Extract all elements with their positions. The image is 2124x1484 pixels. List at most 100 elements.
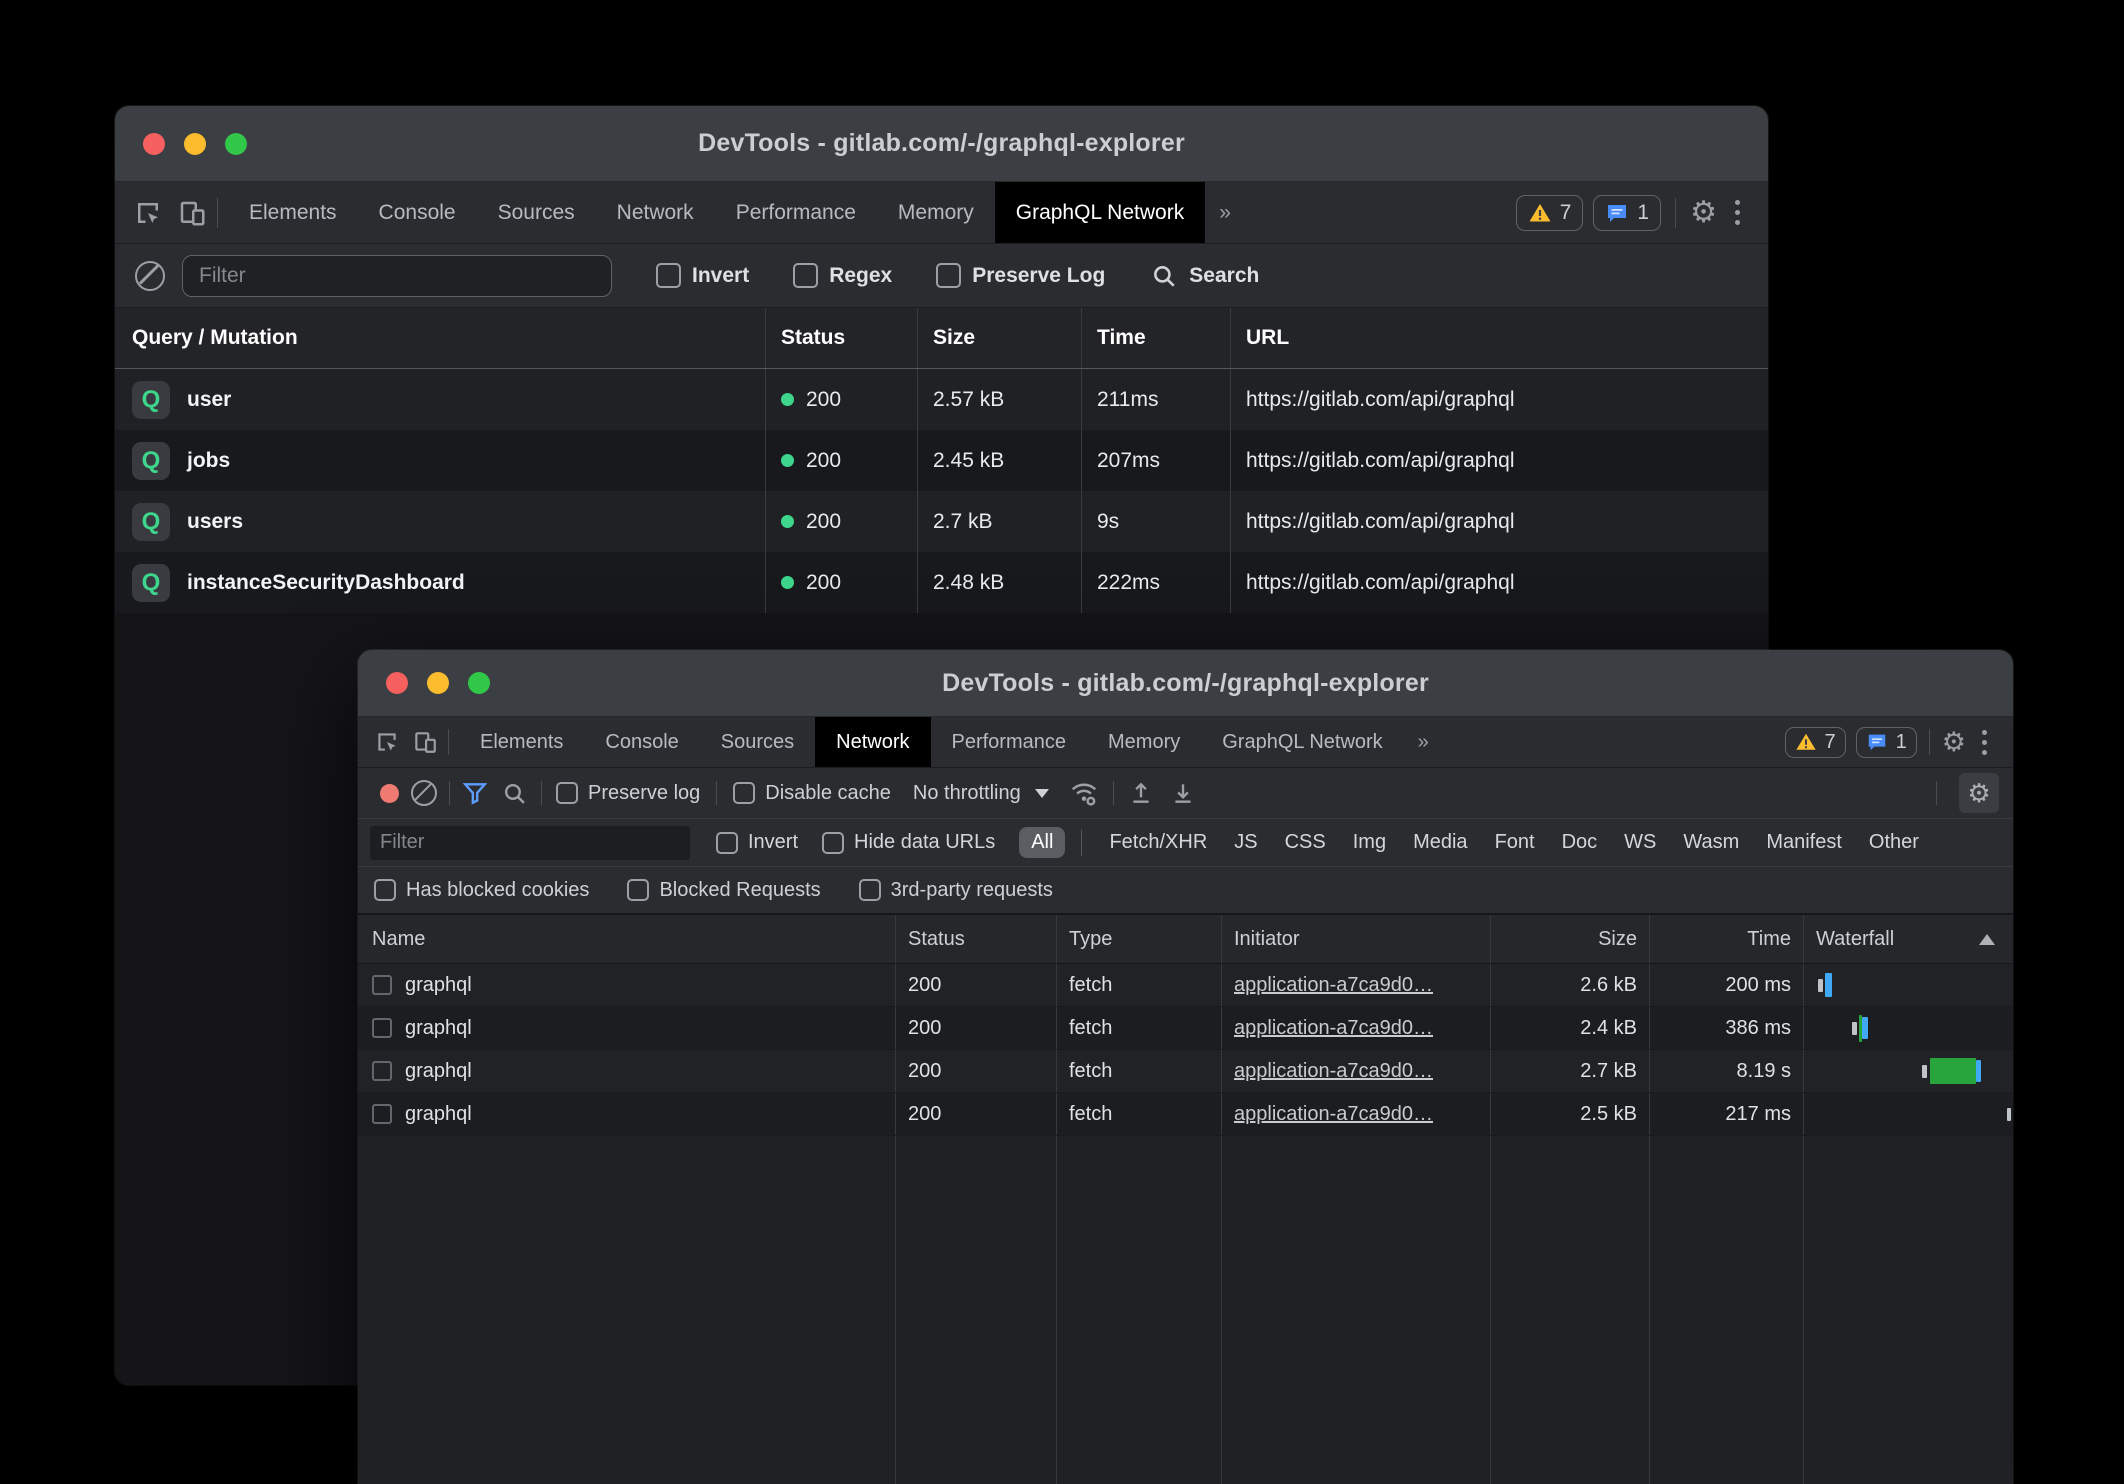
- row-checkbox[interactable]: [372, 1018, 392, 1038]
- tab-performance[interactable]: Performance: [715, 182, 877, 243]
- filter-funnel-icon[interactable]: [462, 780, 488, 806]
- issues-badge[interactable]: 1: [1856, 727, 1917, 758]
- clear-icon[interactable]: [135, 261, 165, 291]
- import-har-icon[interactable]: [1128, 780, 1154, 806]
- column-header-initiator[interactable]: Initiator: [1221, 915, 1490, 963]
- network-settings-button[interactable]: ⚙: [1959, 773, 1999, 813]
- tab-elements[interactable]: Elements: [459, 717, 584, 767]
- checkbox[interactable]: [556, 782, 578, 804]
- checkbox[interactable]: [859, 879, 881, 901]
- warnings-badge[interactable]: 7: [1785, 727, 1846, 758]
- filter-type-doc[interactable]: Doc: [1562, 831, 1598, 854]
- record-network-log-button[interactable]: [380, 784, 399, 803]
- search-icon[interactable]: [502, 781, 527, 806]
- disable-cache-checkbox[interactable]: Disable cache: [733, 782, 891, 805]
- warnings-badge[interactable]: 7: [1516, 195, 1584, 231]
- checkbox[interactable]: [374, 879, 396, 901]
- checkbox[interactable]: [627, 879, 649, 901]
- throttling-dropdown[interactable]: No throttling: [913, 782, 1049, 805]
- graphql-row-user[interactable]: Quser2002.57 kB211mshttps://gitlab.com/a…: [115, 369, 1768, 430]
- row-checkbox[interactable]: [372, 975, 392, 995]
- column-header-url[interactable]: URL: [1230, 308, 1768, 368]
- device-toolbar-icon[interactable]: [177, 198, 207, 228]
- preserve-log-checkbox[interactable]: Preserve log: [556, 782, 700, 805]
- tab-sources[interactable]: Sources: [700, 717, 815, 767]
- clear-network-log-icon[interactable]: [411, 780, 437, 806]
- filter-type-img[interactable]: Img: [1353, 831, 1386, 854]
- initiator-link[interactable]: application-a7ca9d0…: [1234, 1060, 1433, 1083]
- filter-type-all[interactable]: All: [1019, 827, 1065, 858]
- zoom-window-button[interactable]: [468, 672, 490, 694]
- column-header-size[interactable]: Size: [1490, 915, 1649, 963]
- checkbox[interactable]: [733, 782, 755, 804]
- checkbox[interactable]: [656, 263, 681, 288]
- initiator-link[interactable]: application-a7ca9d0…: [1234, 974, 1433, 997]
- inspect-element-icon[interactable]: [374, 729, 400, 755]
- checkbox[interactable]: [936, 263, 961, 288]
- row-checkbox[interactable]: [372, 1104, 392, 1124]
- tab-console[interactable]: Console: [584, 717, 699, 767]
- settings-gear-icon[interactable]: ⚙: [1942, 729, 1966, 756]
- filter-type-ws[interactable]: WS: [1624, 831, 1656, 854]
- graphql-row-users[interactable]: Qusers2002.7 kB9shttps://gitlab.com/api/…: [115, 491, 1768, 552]
- settings-gear-icon[interactable]: ⚙: [1690, 198, 1717, 228]
- network-row-graphql[interactable]: graphql200fetchapplication-a7ca9d0…2.7 k…: [358, 1050, 2013, 1093]
- column-header-size[interactable]: Size: [917, 308, 1081, 368]
- filter-type-wasm[interactable]: Wasm: [1683, 831, 1739, 854]
- column-header-query-mutation[interactable]: Query / Mutation: [115, 308, 765, 368]
- tab-network[interactable]: Network: [815, 717, 930, 767]
- titlebar[interactable]: DevTools - gitlab.com/-/graphql-explorer: [115, 106, 1768, 182]
- close-window-button[interactable]: [143, 133, 165, 155]
- network-row-graphql[interactable]: graphql200fetchapplication-a7ca9d0…2.5 k…: [358, 1093, 2013, 1136]
- regex-checkbox[interactable]: Regex: [793, 263, 892, 288]
- filter-type-font[interactable]: Font: [1495, 831, 1535, 854]
- network-row-graphql[interactable]: graphql200fetchapplication-a7ca9d0…2.6 k…: [358, 964, 2013, 1007]
- tab-performance[interactable]: Performance: [931, 717, 1088, 767]
- zoom-window-button[interactable]: [225, 133, 247, 155]
- inspect-element-icon[interactable]: [133, 198, 163, 228]
- tab-console[interactable]: Console: [358, 182, 477, 243]
- checkbox[interactable]: [822, 832, 844, 854]
- column-header-type[interactable]: Type: [1056, 915, 1221, 963]
- row-checkbox[interactable]: [372, 1061, 392, 1081]
- more-tabs-chevron-icon[interactable]: »: [1404, 731, 1443, 754]
- tab-graphql-network[interactable]: GraphQL Network: [1201, 717, 1403, 767]
- search-control[interactable]: Search: [1151, 263, 1259, 289]
- filter-type-js[interactable]: JS: [1234, 831, 1257, 854]
- more-options-kebab-icon[interactable]: [1974, 730, 1995, 755]
- invert-checkbox[interactable]: Invert: [656, 263, 749, 288]
- column-header-name[interactable]: Name: [358, 915, 895, 963]
- column-header-time[interactable]: Time: [1649, 915, 1803, 963]
- filter-type-media[interactable]: Media: [1413, 831, 1467, 854]
- more-options-kebab-icon[interactable]: [1727, 200, 1748, 225]
- minimize-window-button[interactable]: [184, 133, 206, 155]
- device-toolbar-icon[interactable]: [412, 729, 438, 755]
- more-tabs-chevron-icon[interactable]: »: [1205, 201, 1245, 225]
- issues-badge[interactable]: 1: [1593, 195, 1661, 231]
- filter-type-manifest[interactable]: Manifest: [1766, 831, 1842, 854]
- invert-checkbox[interactable]: Invert: [716, 831, 798, 854]
- initiator-link[interactable]: application-a7ca9d0…: [1234, 1017, 1433, 1040]
- column-header-waterfall[interactable]: Waterfall: [1803, 915, 2013, 963]
- checkbox[interactable]: [716, 832, 738, 854]
- column-header-time[interactable]: Time: [1081, 308, 1230, 368]
- graphql-row-instanceSecurityDashboard[interactable]: QinstanceSecurityDashboard2002.48 kB222m…: [115, 552, 1768, 613]
- network-row-graphql[interactable]: graphql200fetchapplication-a7ca9d0…2.4 k…: [358, 1007, 2013, 1050]
- column-header-status[interactable]: Status: [895, 915, 1056, 963]
- has-blocked-cookies-checkbox[interactable]: Has blocked cookies: [374, 879, 589, 902]
- blocked-requests-checkbox[interactable]: Blocked Requests: [627, 879, 820, 902]
- close-window-button[interactable]: [386, 672, 408, 694]
- network-conditions-icon[interactable]: [1069, 778, 1099, 808]
- export-har-icon[interactable]: [1170, 780, 1196, 806]
- minimize-window-button[interactable]: [427, 672, 449, 694]
- titlebar[interactable]: DevTools - gitlab.com/-/graphql-explorer: [358, 650, 2013, 717]
- checkbox[interactable]: [793, 263, 818, 288]
- tab-memory[interactable]: Memory: [1087, 717, 1201, 767]
- tab-memory[interactable]: Memory: [877, 182, 995, 243]
- filter-type-fetch-xhr[interactable]: Fetch/XHR: [1109, 831, 1207, 854]
- hide-data-urls-checkbox[interactable]: Hide data URLs: [822, 831, 995, 854]
- preserve-log-checkbox[interactable]: Preserve Log: [936, 263, 1105, 288]
- tab-elements[interactable]: Elements: [228, 182, 358, 243]
- tab-sources[interactable]: Sources: [477, 182, 596, 243]
- graphql-row-jobs[interactable]: Qjobs2002.45 kB207mshttps://gitlab.com/a…: [115, 430, 1768, 491]
